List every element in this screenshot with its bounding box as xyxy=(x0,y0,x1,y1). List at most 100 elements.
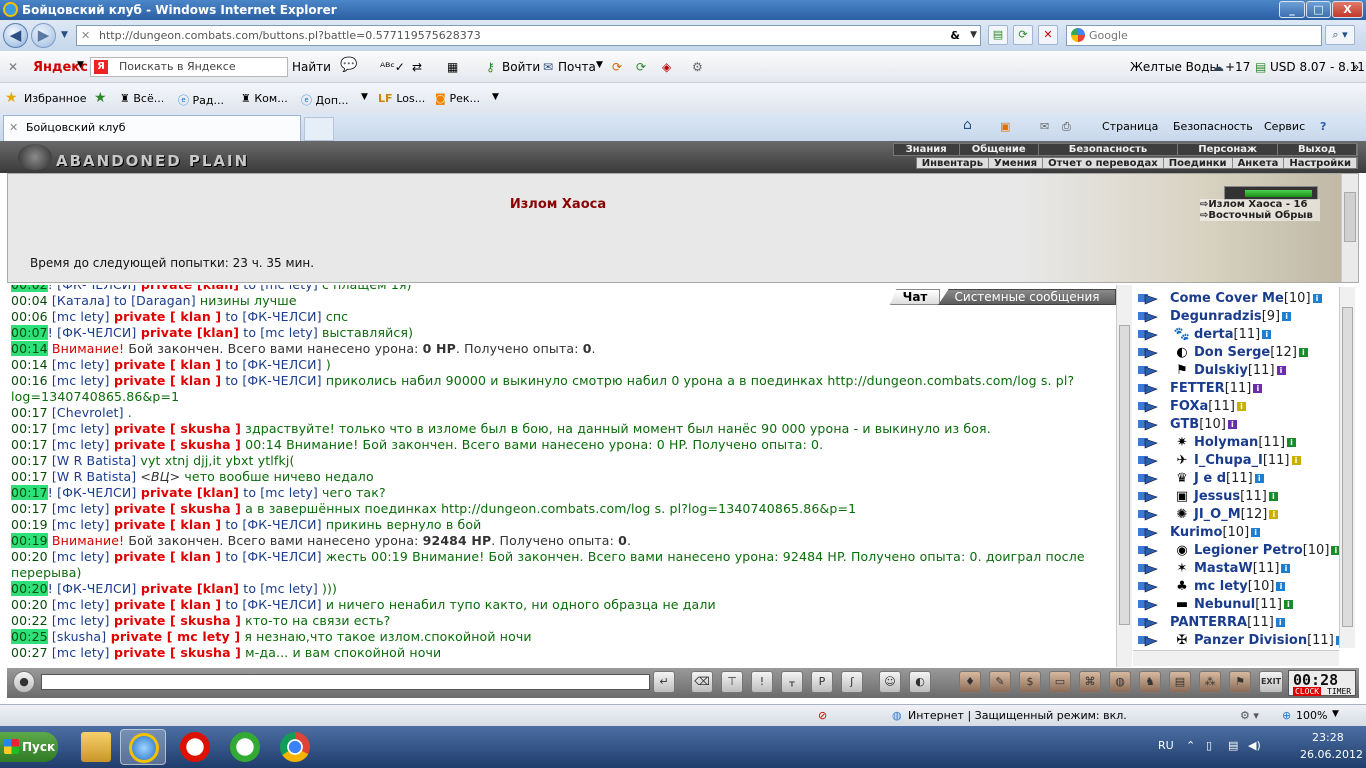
zoom-level[interactable]: 100% xyxy=(1296,709,1327,722)
lock-icon[interactable]: ▤ xyxy=(1169,671,1191,693)
user-name[interactable]: GTB[10] i xyxy=(1170,417,1237,432)
user-info-icon[interactable]: i xyxy=(1276,366,1286,375)
menu-inventory[interactable]: Инвентарь xyxy=(917,158,990,169)
private-message-icon[interactable] xyxy=(1137,328,1159,342)
userlist-scrollbar[interactable] xyxy=(1339,287,1355,648)
new-tab-button[interactable] xyxy=(304,117,334,141)
chat-time[interactable]: 00:14 xyxy=(11,357,48,372)
chat-to-target[interactable]: to [ФК-ЧЕЛСИ] xyxy=(221,517,321,532)
private-message-icon[interactable] xyxy=(1137,490,1159,504)
tray-expand-icon[interactable]: ⌃ xyxy=(1186,739,1195,752)
user-name-text[interactable]: Holyman xyxy=(1194,435,1258,450)
menu-knowledge[interactable]: Знания xyxy=(894,144,960,155)
user-name-text[interactable]: FOXa xyxy=(1170,399,1208,414)
private-message-icon[interactable] xyxy=(1137,292,1159,306)
spellcheck-icon[interactable]: ᴬᴮᶜ✓ xyxy=(380,60,405,74)
taskbar-chrome[interactable] xyxy=(272,729,318,765)
menu-communication[interactable]: Общение xyxy=(960,144,1039,155)
chat-sender[interactable]: [mc lety] xyxy=(48,421,110,436)
menu-safety[interactable]: Безопасность xyxy=(1039,144,1179,155)
chat-time[interactable]: 00:17 xyxy=(11,405,48,420)
chat-sender[interactable]: [W R Batista] xyxy=(48,453,137,468)
chat-time[interactable]: 00:04 xyxy=(11,293,48,308)
user-info-icon[interactable]: i xyxy=(1275,618,1285,627)
protected-mode-icon[interactable]: ⚙ ▾ xyxy=(1240,709,1259,722)
yandex-dropdown-icon[interactable]: ▼ xyxy=(77,60,84,70)
chat-time[interactable]: 00:19 xyxy=(11,533,48,548)
private-message-icon[interactable] xyxy=(1137,400,1159,414)
chat-time[interactable]: 00:06 xyxy=(11,309,48,324)
private-message-icon[interactable] xyxy=(1137,544,1159,558)
user-name-text[interactable]: MastaW xyxy=(1194,561,1253,576)
chat-sender[interactable]: ! [ФК-ЧЕЛСИ] xyxy=(48,581,137,596)
mask-icon[interactable]: ◍ xyxy=(1109,671,1131,693)
chat-to-target[interactable]: to [mc lety] xyxy=(239,581,318,596)
tray-volume-icon[interactable]: ◀) xyxy=(1248,739,1261,752)
clan-emblem-icon[interactable]: ⚑ xyxy=(1173,362,1191,379)
user-name[interactable]: JI_O_M[12] i xyxy=(1194,507,1279,522)
search-go-icon[interactable]: ⌕ ▾ xyxy=(1325,25,1355,45)
tray-time[interactable]: 23:28 xyxy=(1312,731,1344,744)
chat-scroll-thumb[interactable] xyxy=(1119,325,1130,625)
clan-emblem-icon[interactable]: ♣ xyxy=(1173,578,1191,595)
chat-private-target[interactable]: private [ mc lety ] xyxy=(106,629,240,644)
chat-sender[interactable]: [mc lety] xyxy=(48,597,110,612)
fav-item-3[interactable]: ♜ Ком... xyxy=(241,92,288,105)
user-name[interactable]: Jessus[11] i xyxy=(1194,489,1278,504)
weather-city[interactable]: Желтые Воды xyxy=(1130,60,1219,74)
chat-sender[interactable]: [mc lety] xyxy=(48,613,110,628)
clear-icon[interactable]: ⌫ xyxy=(691,671,713,693)
private-message-icon[interactable] xyxy=(1137,562,1159,576)
chat-time[interactable]: 00:17 xyxy=(11,501,48,516)
refresh-green-icon[interactable]: ⟳ xyxy=(612,60,622,74)
user-name[interactable]: MastaW[11] i xyxy=(1194,561,1291,576)
private-message-icon[interactable] xyxy=(1137,364,1159,378)
chat-time[interactable]: 00:27 xyxy=(11,645,48,660)
chat-input[interactable] xyxy=(41,674,650,690)
menu-exit[interactable]: Выход xyxy=(1278,144,1357,155)
chat-time[interactable]: 00:17 xyxy=(11,437,48,452)
private-message-icon[interactable] xyxy=(1137,598,1159,612)
user-info-icon[interactable]: i xyxy=(1283,600,1293,609)
chat-time[interactable]: 00:17 xyxy=(11,421,48,436)
read-mail-icon[interactable]: ✉ xyxy=(1040,120,1049,133)
chat-time[interactable]: 00:17 xyxy=(11,453,48,468)
chat-time[interactable]: 00:17 xyxy=(11,469,48,484)
user-info-icon[interactable]: i xyxy=(1331,546,1339,555)
start-button[interactable]: Пуск xyxy=(0,732,58,762)
private-message-icon[interactable] xyxy=(1137,508,1159,522)
chat-private-target[interactable]: private [ skusha ] xyxy=(110,645,242,660)
compat-view-icon[interactable]: ▤ xyxy=(988,25,1008,45)
toolbar-close-icon[interactable]: ✕ xyxy=(8,60,18,74)
user-name[interactable]: PANTERRA[11] i xyxy=(1170,615,1285,630)
chat-private-target[interactable]: private [ klan ] xyxy=(110,549,222,564)
chat-sender[interactable]: ! [ФК-ЧЕЛСИ] xyxy=(48,325,137,340)
chat-sender[interactable]: [mc lety] xyxy=(48,357,110,372)
chat-to-target[interactable]: to [ФК-ЧЕЛСИ] xyxy=(221,357,321,372)
user-name-text[interactable]: derta xyxy=(1194,327,1234,342)
chat-sender[interactable]: [Катала] xyxy=(48,293,110,308)
add-favorite-icon[interactable]: ★ xyxy=(94,90,107,106)
user-name-text[interactable]: mc lety xyxy=(1194,579,1248,594)
chat-private-target[interactable]: private [ skusha ] xyxy=(110,613,242,628)
user-info-icon[interactable]: i xyxy=(1236,402,1246,411)
user-name[interactable]: Nebunul[11] i xyxy=(1194,597,1293,612)
bag-icon[interactable]: ♦ xyxy=(959,671,981,693)
user-name-text[interactable]: Panzer Division xyxy=(1194,633,1307,648)
user-name[interactable]: derta[11] i xyxy=(1194,327,1272,342)
chat-sender[interactable]: [mc lety] xyxy=(48,309,110,324)
private-message-icon[interactable] xyxy=(1137,382,1159,396)
flag-icon[interactable]: ⚑ xyxy=(1229,671,1251,693)
menu-tools[interactable]: Сервис xyxy=(1264,120,1305,133)
menu-profile[interactable]: Анкета xyxy=(1233,158,1285,169)
yandex-mail-button[interactable]: Почта xyxy=(558,60,596,74)
user-name-text[interactable]: GTB xyxy=(1170,417,1199,432)
chat-sender[interactable]: ! [ФК-ЧЕЛСИ] xyxy=(48,485,137,500)
helmet-icon[interactable]: ◐ xyxy=(909,671,931,693)
user-info-icon[interactable]: i xyxy=(1281,564,1291,573)
chat-time[interactable]: 00:14 xyxy=(11,341,48,356)
refresh-icon[interactable]: ⟳ xyxy=(1013,25,1033,45)
print-icon[interactable]: ⎙ xyxy=(1062,120,1071,134)
private-message-icon[interactable] xyxy=(1137,580,1159,594)
menu-transfers[interactable]: Отчет о переводах xyxy=(1043,158,1164,169)
